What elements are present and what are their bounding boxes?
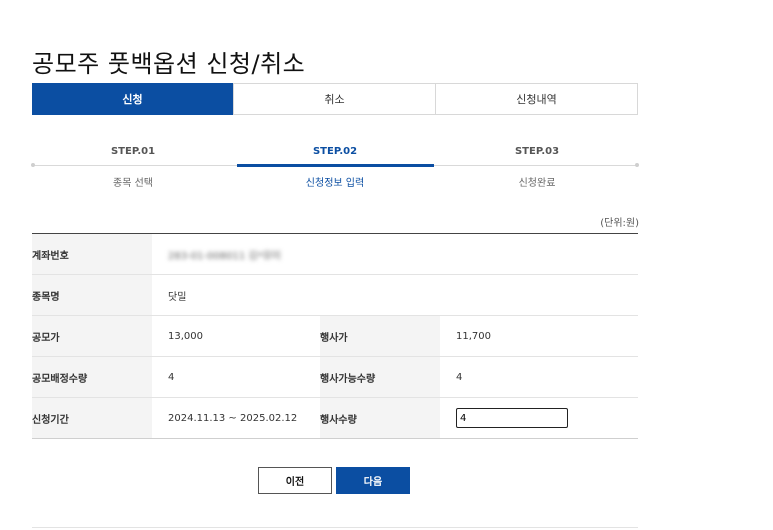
table-row-stock: 종목명 닷밀 [32, 275, 638, 316]
allotted-qty-label: 공모배정수량 [32, 373, 88, 385]
step-indicator: STEP.01 종목 선택 STEP.02 신청정보 입력 STEP.03 신청… [31, 140, 639, 200]
exercisable-qty-label: 행사가능수량 [320, 373, 376, 385]
bottom-divider [32, 527, 638, 528]
table-row-quantity: 공모배정수량 4 행사가능수량 4 [32, 357, 638, 398]
table-row-period: 신청기간 2024.11.13 ~ 2025.02.12 행사수량 [32, 398, 638, 439]
table-row-account: 계좌번호 283-01-008011 김*뮤미 [32, 234, 638, 275]
step-1-number: STEP.01 [110, 146, 156, 157]
period-label: 신청기간 [32, 414, 69, 426]
exercise-qty-input[interactable] [456, 408, 568, 428]
allotted-qty-header: 공모배정수량 [32, 357, 152, 397]
tab-cancel[interactable]: 취소 [233, 84, 435, 114]
step-3: STEP.03 신청완료 [436, 140, 638, 189]
stock-name-header: 종목명 [32, 275, 152, 315]
stock-name-label: 종목명 [32, 291, 60, 303]
action-buttons: 이전 다음 [258, 467, 410, 494]
unit-label: (단위:원) [600, 218, 639, 229]
account-number-label: 계좌번호 [32, 250, 69, 262]
offer-price-header: 공모가 [32, 316, 152, 356]
tab-bar: 신청 취소 신청내역 [32, 83, 638, 115]
stock-name-value: 닷밀 [168, 291, 187, 303]
prev-button[interactable]: 이전 [258, 467, 332, 494]
next-button[interactable]: 다음 [336, 467, 410, 494]
step-2-number: STEP.02 [312, 146, 358, 157]
exercise-qty-header: 행사수량 [320, 398, 440, 438]
offer-price-label: 공모가 [32, 332, 60, 344]
application-info-table: 계좌번호 283-01-008011 김*뮤미 종목명 닷밀 공모가 13,00… [32, 233, 638, 439]
step-3-label: 신청완료 [518, 178, 556, 189]
exercisable-qty-value: 4 [456, 371, 463, 383]
period-value: 2024.11.13 ~ 2025.02.12 [168, 412, 298, 424]
exercise-price-label: 행사가 [320, 332, 348, 344]
account-number-header: 계좌번호 [32, 234, 152, 274]
step-3-number: STEP.03 [514, 146, 560, 157]
page-title: 공모주 풋백옵션 신청/취소 [32, 50, 306, 79]
table-row-price: 공모가 13,000 행사가 11,700 [32, 316, 638, 357]
exercisable-qty-header: 행사가능수량 [320, 357, 440, 397]
exercise-price-value: 11,700 [456, 330, 491, 342]
tab-apply[interactable]: 신청 [32, 83, 233, 115]
exercise-qty-cell [440, 398, 638, 438]
account-number-text: 283-01-008011 김*뮤미 [168, 250, 281, 262]
exercise-price-header: 행사가 [320, 316, 440, 356]
offer-price-value: 13,000 [168, 330, 203, 342]
account-number-value: 283-01-008011 김*뮤미 [152, 234, 638, 274]
step-1: STEP.01 종목 선택 [32, 140, 234, 189]
step-2-label: 신청정보 입력 [305, 178, 365, 189]
step-1-label: 종목 선택 [113, 178, 153, 189]
step-2: STEP.02 신청정보 입력 [234, 140, 436, 189]
exercise-qty-label: 행사수량 [320, 414, 357, 426]
period-header: 신청기간 [32, 398, 152, 438]
tab-history[interactable]: 신청내역 [435, 84, 637, 114]
allotted-qty-value: 4 [168, 371, 175, 383]
